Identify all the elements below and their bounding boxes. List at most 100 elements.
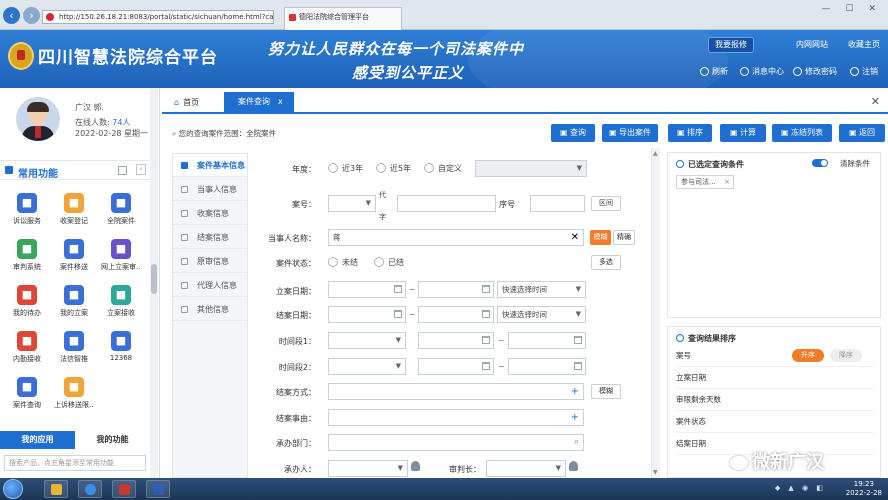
sort-row[interactable]: 立案日期: [676, 367, 874, 389]
toolbar-export-button[interactable]: ▣ 导出案件: [602, 124, 658, 142]
taskbar-app-3[interactable]: [112, 480, 136, 498]
logout-button[interactable]: 注销: [850, 66, 878, 77]
person-icon[interactable]: [569, 461, 578, 471]
remove-tag-icon[interactable]: ×: [724, 176, 730, 188]
condition-tag[interactable]: 参与司法... ×: [676, 175, 734, 189]
product-search-input[interactable]: 搜索产品，点五角星添至常用功能: [4, 455, 146, 471]
forward-icon[interactable]: ›: [23, 7, 40, 24]
function-appeal[interactable]: ■ 上诉移送限...: [54, 377, 94, 410]
clear-conditions[interactable]: 清除条件: [840, 158, 870, 169]
multi-select-button[interactable]: 多选: [591, 255, 621, 270]
edit-icon[interactable]: [118, 166, 127, 175]
case-nav-item[interactable]: 收案信息: [173, 202, 247, 225]
file-date-start[interactable]: [328, 281, 406, 298]
system-tray[interactable]: ◆ ▲ ◉ ◧: [775, 484, 826, 492]
year-radio-3[interactable]: 近3年: [328, 163, 363, 174]
sort-row[interactable]: 案件状态: [676, 411, 874, 433]
search-icon[interactable]: ⌕: [574, 435, 579, 450]
tab-home[interactable]: ⌂ 首页: [166, 94, 207, 112]
close-tab-icon[interactable]: x: [278, 97, 283, 106]
case-no-year-select[interactable]: ▼: [328, 195, 376, 212]
function-transfer[interactable]: ■ 案件移送: [54, 239, 94, 272]
year-radio-5[interactable]: 近5年: [376, 163, 411, 174]
favorite-link[interactable]: 收藏主页: [842, 38, 886, 52]
address-bar[interactable]: http://150.26.18.21:8083/portal/static/s…: [42, 10, 274, 24]
exact-match-button[interactable]: 精确: [613, 230, 635, 245]
ascending-button[interactable]: 升序: [792, 349, 824, 362]
person-icon[interactable]: [411, 461, 420, 471]
close-icon[interactable]: ✕: [871, 95, 880, 108]
function-online-file[interactable]: ■ 网上立案审...: [101, 239, 141, 272]
descending-button[interactable]: 降序: [830, 349, 862, 362]
tab-case-query[interactable]: 案件查询 x: [224, 92, 294, 112]
clear-icon[interactable]: ✕: [571, 230, 579, 245]
sidebar-scrollbar[interactable]: [150, 88, 158, 478]
case-nav-item[interactable]: 其他信息: [173, 298, 247, 321]
tab-my-functions[interactable]: 我的功能: [75, 431, 150, 449]
case-nav-item[interactable]: 当事人信息: [173, 178, 247, 201]
function-gavel[interactable]: ■ 审判系统: [7, 239, 47, 272]
main-scrollbar[interactable]: ▲ ▼: [651, 148, 660, 478]
year-custom-select[interactable]: ▼: [475, 160, 587, 177]
function-my-file[interactable]: ■ 我的立案: [54, 285, 94, 318]
function-shield[interactable]: ■ 法信智推: [54, 331, 94, 364]
case-nav-item[interactable]: 结案信息: [173, 226, 247, 249]
status-radio-closed[interactable]: 已结: [374, 257, 404, 268]
fuzzy-match-button[interactable]: 模糊: [590, 230, 611, 245]
message-center-button[interactable]: 消息中心: [740, 66, 784, 77]
close-method-input[interactable]: +: [328, 383, 584, 400]
toolbar-back-button[interactable]: ▣ 返回: [839, 124, 885, 142]
year-radio-custom[interactable]: 自定义: [424, 163, 462, 174]
function-service[interactable]: ■ 诉讼服务: [7, 193, 47, 226]
case-nav-item[interactable]: 代理人信息: [173, 274, 247, 297]
party-name-input[interactable]: 蒋 ✕: [328, 229, 584, 246]
plus-icon[interactable]: +: [571, 410, 579, 425]
collapse-icon[interactable]: ‹: [136, 164, 146, 175]
period1-start[interactable]: [418, 332, 494, 349]
function-query[interactable]: ■ 案件查询: [7, 377, 47, 410]
toolbar-lock-button[interactable]: ▣ 冻结列表: [772, 124, 832, 142]
file-date-quick-select[interactable]: 快速选择时间 ▼: [497, 281, 586, 298]
start-button[interactable]: [3, 479, 23, 499]
sort-row[interactable]: 案号 升序 降序: [676, 345, 874, 367]
function-todo[interactable]: ■ 我的待办: [7, 285, 47, 318]
handler-select[interactable]: ▼: [328, 460, 408, 477]
function-phone[interactable]: ■ 12368: [101, 331, 141, 362]
case-nav-item[interactable]: 案件基本信息: [173, 154, 247, 177]
toolbar-chart-button[interactable]: ▣ 计算: [720, 124, 766, 142]
close-method-fuzzy-button[interactable]: 模糊: [591, 384, 621, 399]
period1-end[interactable]: [508, 332, 586, 349]
close-date-end[interactable]: [418, 306, 494, 323]
tab-my-apps[interactable]: 我的应用: [0, 431, 75, 449]
period2-type-select[interactable]: ▼: [328, 358, 406, 375]
file-date-end[interactable]: [418, 281, 494, 298]
case-nav-item[interactable]: 原审信息: [173, 250, 247, 273]
taskbar-ie[interactable]: [78, 480, 102, 498]
dept-input[interactable]: ⌕: [328, 434, 584, 451]
toolbar-search-button[interactable]: ▣ 查询: [551, 124, 595, 142]
function-inbox[interactable]: ■ 内勤接收: [7, 331, 47, 364]
close-reason-input[interactable]: +: [328, 409, 584, 426]
close-date-quick-select[interactable]: 快速选择时间 ▼: [497, 306, 586, 323]
period2-start[interactable]: [418, 358, 494, 375]
clear-toggle[interactable]: [812, 159, 828, 167]
window-controls[interactable]: — ☐ ✕: [822, 4, 882, 14]
period2-end[interactable]: [508, 358, 586, 375]
toolbar-sort-button[interactable]: ▣ 排序: [668, 124, 712, 142]
chief-judge-select[interactable]: ▼: [486, 460, 566, 477]
taskbar-app-1[interactable]: [44, 480, 68, 498]
back-icon[interactable]: ‹: [3, 7, 20, 24]
close-date-start[interactable]: [328, 306, 406, 323]
intranet-link[interactable]: 内网网站: [790, 38, 834, 52]
plus-icon[interactable]: +: [571, 384, 579, 399]
taskbar-app-4[interactable]: [146, 480, 170, 498]
range-button[interactable]: 区间: [591, 196, 621, 211]
seq-input[interactable]: [530, 195, 585, 212]
sort-row[interactable]: 审限剩余天数: [676, 389, 874, 411]
refresh-button[interactable]: 刷新: [700, 66, 728, 77]
feedback-button[interactable]: 我要报修: [708, 37, 754, 53]
function-cases[interactable]: ■ 全院案件: [101, 193, 141, 226]
browser-tab[interactable]: 德阳法院综合管理平台: [284, 7, 402, 30]
function-receive[interactable]: ■ 立案接收: [101, 285, 141, 318]
period1-type-select[interactable]: ▼: [328, 332, 406, 349]
